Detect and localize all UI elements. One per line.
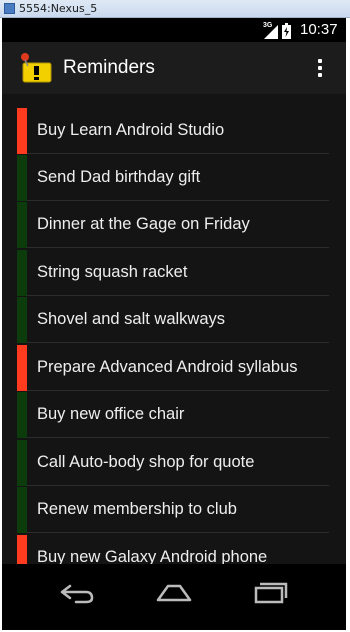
overflow-dot bbox=[318, 73, 322, 77]
reminder-text: Shovel and salt walkways bbox=[37, 310, 226, 328]
action-bar: Reminders bbox=[2, 42, 346, 94]
signal-icon bbox=[264, 25, 278, 39]
back-icon[interactable] bbox=[54, 578, 98, 606]
reminder-text: Buy new office chair bbox=[37, 405, 185, 423]
priority-indicator bbox=[17, 392, 27, 438]
status-bar: 3G 10:37 bbox=[2, 18, 346, 42]
reminder-text: String squash racket bbox=[37, 263, 188, 281]
reminder-text: Buy Learn Android Studio bbox=[37, 121, 225, 139]
reminders-app-icon bbox=[21, 53, 52, 83]
status-clock: 10:37 bbox=[300, 21, 338, 38]
reminder-text: Call Auto-body shop for quote bbox=[37, 453, 255, 471]
priority-indicator bbox=[17, 250, 27, 296]
reminder-item[interactable]: Shovel and salt walkways bbox=[17, 297, 329, 343]
priority-indicator bbox=[17, 440, 27, 486]
reminder-item[interactable]: String squash racket bbox=[17, 250, 329, 296]
recents-icon[interactable] bbox=[250, 578, 294, 606]
reminder-item[interactable]: Send Dad birthday gift bbox=[17, 155, 329, 201]
reminder-text: Send Dad birthday gift bbox=[37, 168, 201, 186]
reminder-text: Dinner at the Gage on Friday bbox=[37, 215, 250, 233]
reminder-text: Prepare Advanced Android syllabus bbox=[37, 358, 298, 376]
priority-indicator bbox=[17, 108, 27, 154]
emulator-window-title: 5554:Nexus_5 bbox=[19, 2, 98, 15]
reminder-text: Renew membership to club bbox=[37, 500, 237, 518]
overflow-menu-button[interactable] bbox=[308, 53, 332, 83]
emulator-title-bar: 5554:Nexus_5 bbox=[0, 0, 350, 18]
home-icon[interactable] bbox=[152, 578, 196, 606]
priority-indicator bbox=[17, 535, 27, 564]
reminder-text: Buy new Galaxy Android phone bbox=[37, 548, 268, 564]
priority-indicator bbox=[17, 202, 27, 248]
app-title: Reminders bbox=[63, 57, 155, 78]
reminder-item[interactable]: Dinner at the Gage on Friday bbox=[17, 202, 329, 248]
battery-icon bbox=[282, 23, 291, 39]
reminders-list[interactable]: Buy Learn Android Studio Send Dad birthd… bbox=[2, 94, 346, 564]
overflow-dot bbox=[318, 66, 322, 70]
priority-indicator bbox=[17, 487, 27, 533]
priority-indicator bbox=[17, 155, 27, 201]
overflow-dot bbox=[318, 59, 322, 63]
navigation-bar bbox=[2, 564, 346, 630]
reminder-item[interactable]: Buy Learn Android Studio bbox=[17, 108, 329, 154]
priority-indicator bbox=[17, 345, 27, 391]
reminder-item[interactable]: Buy new office chair bbox=[17, 392, 329, 438]
reminder-item[interactable]: Prepare Advanced Android syllabus bbox=[17, 345, 329, 391]
reminder-item[interactable]: Call Auto-body shop for quote bbox=[17, 440, 329, 486]
phone-screen: 3G 10:37 Reminders Buy Learn Android Stu… bbox=[2, 18, 346, 630]
reminder-item[interactable]: Buy new Galaxy Android phone bbox=[17, 535, 329, 564]
reminder-item[interactable]: Renew membership to club bbox=[17, 487, 329, 533]
priority-indicator bbox=[17, 297, 27, 343]
emulator-window-icon bbox=[4, 3, 15, 14]
